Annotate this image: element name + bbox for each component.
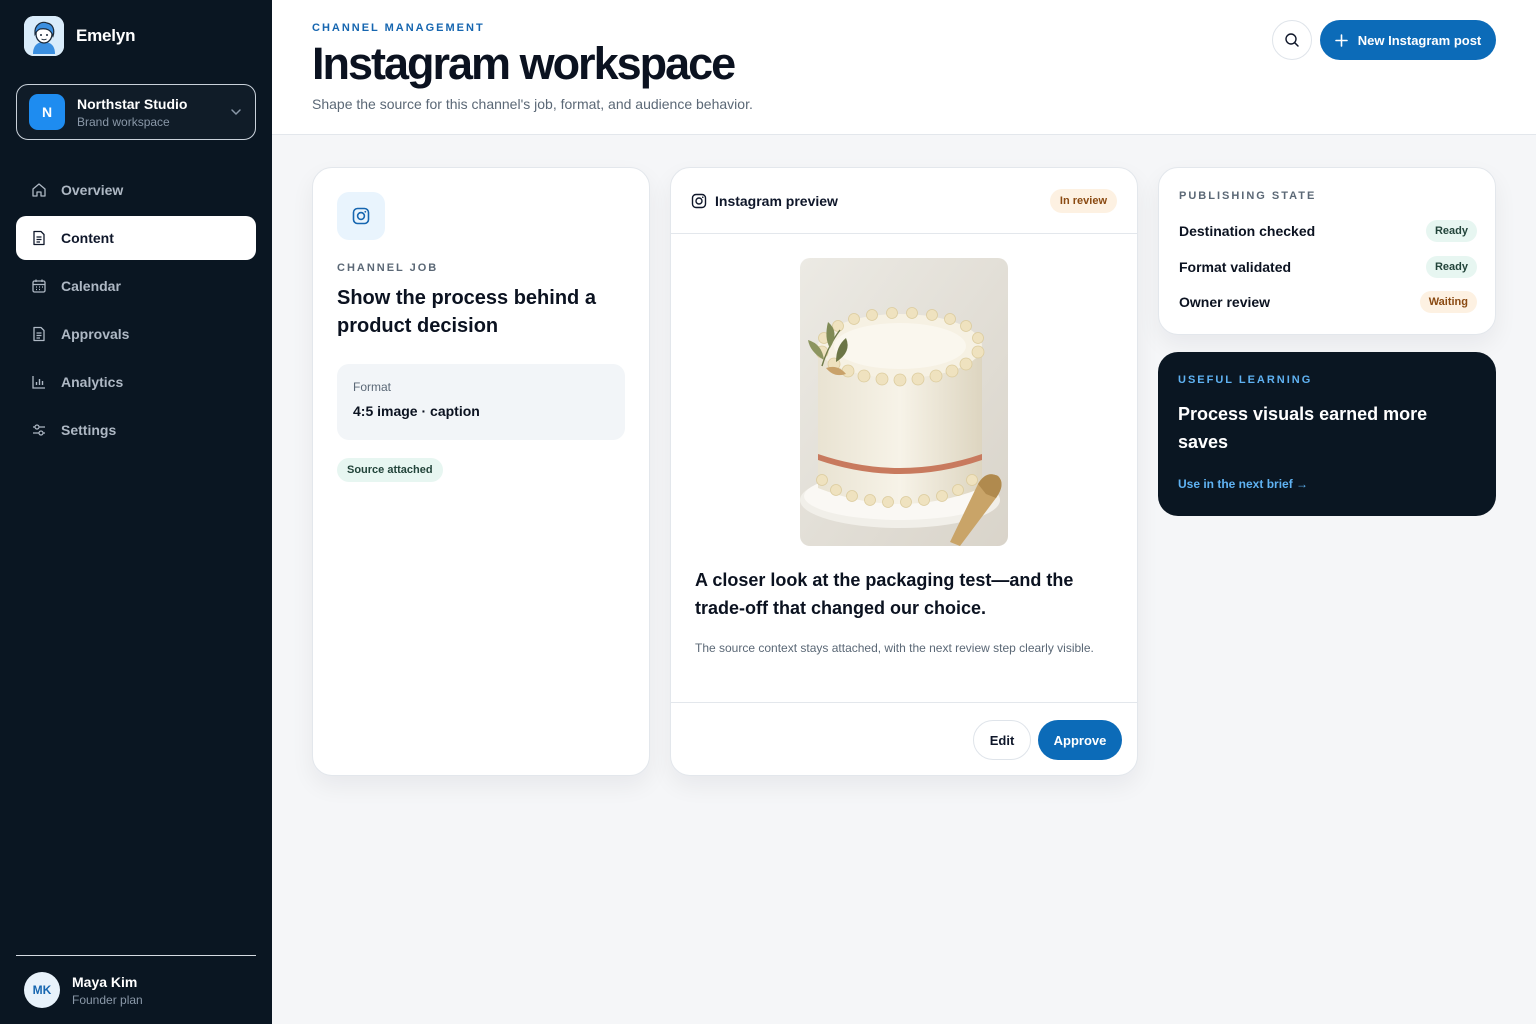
learning-eyebrow: USEFUL LEARNING bbox=[1178, 374, 1313, 386]
post-caption: A closer look at the packaging test—and … bbox=[695, 570, 1074, 618]
user-profile[interactable]: MK Maya Kim Founder plan bbox=[16, 955, 256, 1008]
page-eyebrow: CHANNEL MANAGEMENT bbox=[312, 22, 485, 34]
search-icon bbox=[1285, 33, 1299, 47]
channel-job-label: CHANNEL JOB bbox=[337, 262, 439, 274]
useful-learning-card: USEFUL LEARNING Process visuals earned m… bbox=[1158, 352, 1496, 516]
page-header: CHANNEL MANAGEMENT Instagram workspace S… bbox=[272, 0, 1536, 135]
state-row-destination: Destination checked Ready bbox=[1179, 220, 1477, 242]
brand-logo bbox=[24, 16, 64, 56]
instagram-icon bbox=[337, 192, 385, 240]
use-in-next-brief-link[interactable]: Use in the next brief → bbox=[1178, 477, 1308, 491]
page-title: Instagram workspace bbox=[312, 38, 736, 89]
state-row-format: Format validated Ready bbox=[1179, 256, 1477, 278]
publishing-state-title: PUBLISHING STATE bbox=[1179, 190, 1317, 202]
search-button[interactable] bbox=[1272, 20, 1312, 60]
format-label: Format bbox=[353, 380, 392, 394]
user-plan: Founder plan bbox=[72, 992, 143, 1007]
status-badge: In review bbox=[1049, 188, 1117, 213]
publishing-state-card: PUBLISHING STATE Destination checked Rea… bbox=[1158, 167, 1496, 335]
preview-actions: Edit Approve bbox=[671, 702, 1137, 775]
preview-title: Instagram preview bbox=[715, 192, 838, 209]
format-box: Format 4:5 image · caption bbox=[337, 364, 625, 440]
edit-button[interactable]: Edit bbox=[973, 720, 1031, 760]
workspace-avatar: N bbox=[29, 94, 65, 130]
bar-chart-icon bbox=[30, 373, 48, 391]
sidebar-item-label: Analytics bbox=[61, 374, 124, 390]
approve-button[interactable]: Approve bbox=[1038, 720, 1122, 760]
sidebar-item-label: Settings bbox=[61, 422, 117, 438]
post-note: The source context stays attached, with … bbox=[695, 641, 1094, 655]
new-instagram-post-button[interactable]: New Instagram post bbox=[1320, 20, 1496, 60]
status-badge: Ready bbox=[1425, 256, 1477, 278]
plus-icon bbox=[1334, 33, 1348, 47]
sidebar-item-label: Approvals bbox=[61, 326, 130, 342]
sidebar-item-analytics[interactable]: Analytics bbox=[16, 360, 256, 404]
sidebar-item-content[interactable]: Content bbox=[16, 216, 256, 260]
learning-title: Process visuals earned more saves bbox=[1178, 404, 1428, 452]
source-attached-badge: Source attached bbox=[337, 458, 443, 482]
status-badge: Ready bbox=[1425, 220, 1477, 242]
new-instagram-post-label: New Instagram post bbox=[1357, 32, 1482, 48]
brand-name: Emelyn bbox=[76, 26, 136, 45]
page-subtitle: Shape the source for this channel's job,… bbox=[312, 96, 753, 112]
home-icon bbox=[30, 181, 48, 199]
sidebar-item-label: Content bbox=[61, 230, 114, 246]
state-label: Destination checked bbox=[1179, 223, 1316, 239]
sidebar-item-overview[interactable]: Overview bbox=[16, 168, 256, 212]
sidebar: Emelyn N Northstar Studio Brand workspac… bbox=[0, 0, 272, 1024]
preview-header: Instagram preview In review bbox=[671, 168, 1137, 234]
document-icon bbox=[30, 229, 48, 247]
state-label: Owner review bbox=[1179, 294, 1271, 310]
workspace-subtitle: Brand workspace bbox=[77, 114, 170, 129]
sidebar-item-settings[interactable]: Settings bbox=[16, 408, 256, 452]
document-check-icon bbox=[30, 325, 48, 343]
sliders-icon bbox=[30, 421, 48, 439]
brand[interactable]: Emelyn bbox=[24, 16, 135, 56]
workspace-switcher[interactable]: N Northstar Studio Brand workspace bbox=[16, 84, 256, 140]
sidebar-nav: Overview Content Calendar Approvals Anal… bbox=[16, 168, 256, 456]
sidebar-item-approvals[interactable]: Approvals bbox=[16, 312, 256, 356]
channel-job-card: CHANNEL JOB Show the process behind a pr… bbox=[312, 167, 650, 776]
sidebar-item-label: Overview bbox=[61, 182, 124, 198]
state-label: Format validated bbox=[1179, 259, 1292, 275]
format-value: 4:5 image · caption bbox=[353, 403, 480, 419]
status-badge: Waiting bbox=[1419, 291, 1477, 313]
sidebar-item-label: Calendar bbox=[61, 278, 121, 294]
sidebar-item-calendar[interactable]: Calendar bbox=[16, 264, 256, 308]
instagram-icon bbox=[691, 193, 707, 208]
state-row-owner-review: Owner review Waiting bbox=[1179, 291, 1477, 313]
calendar-icon bbox=[30, 277, 48, 295]
instagram-preview-card: Instagram preview In review A closer loo… bbox=[670, 167, 1138, 776]
workspace-name: Northstar Studio bbox=[77, 95, 188, 112]
channel-job-title: Show the process behind a product decisi… bbox=[337, 287, 596, 337]
user-name: Maya Kim bbox=[72, 973, 138, 990]
avatar: MK bbox=[24, 972, 60, 1008]
post-image bbox=[800, 258, 1008, 546]
chevron-down-icon bbox=[231, 109, 241, 116]
